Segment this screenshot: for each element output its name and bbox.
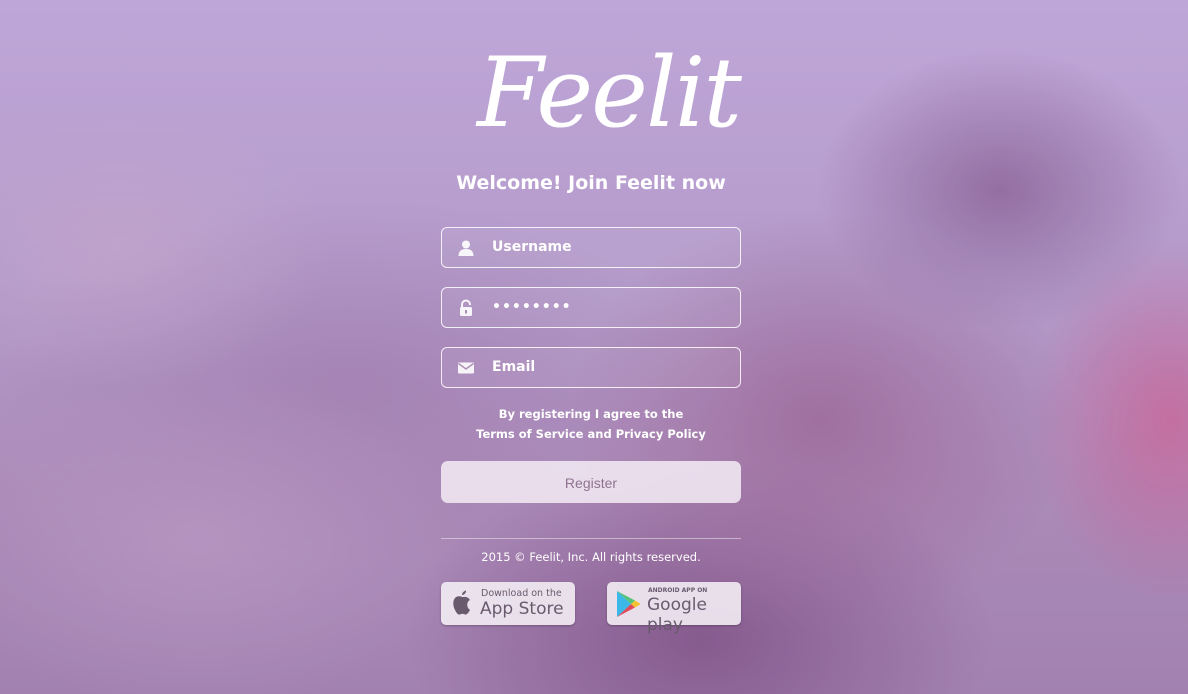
google-play-badge[interactable]: ANDROID APP ON Google play: [607, 582, 741, 635]
google-play-big-text: Google play: [647, 595, 707, 635]
welcome-heading: Welcome! Join Feelit now: [456, 172, 726, 194]
password-field[interactable]: ••••••••: [441, 287, 741, 328]
privacy-policy-link[interactable]: Privacy Policy: [616, 427, 706, 441]
terms-links-line: Terms of Service and Privacy Policy: [441, 424, 741, 444]
terms-line: By registering I agree to the: [498, 407, 684, 421]
feelit-logo: Feelit: [477, 37, 742, 149]
app-store-big-text: App Store: [480, 599, 564, 619]
terms-notice: By registering I agree to the Terms of S…: [441, 404, 741, 444]
register-button[interactable]: Register: [441, 461, 741, 503]
email-placeholder: Email: [492, 359, 536, 375]
terms-of-service-link[interactable]: Terms of Service: [476, 427, 583, 441]
user-icon: [457, 239, 475, 257]
copyright-text: 2015 © Feelit, Inc. All rights reserved.: [481, 550, 701, 564]
google-play-icon: [615, 590, 641, 622]
terms-and-text: and: [587, 427, 612, 441]
email-field[interactable]: Email: [441, 347, 741, 388]
password-value: ••••••••: [492, 299, 572, 315]
username-field[interactable]: Username: [441, 227, 741, 268]
footer-divider: [441, 538, 741, 539]
lock-icon: [457, 299, 475, 317]
app-store-badge[interactable]: Download on the App Store: [441, 582, 575, 625]
apple-icon: [451, 589, 473, 621]
google-play-small-text: ANDROID APP ON: [648, 587, 708, 594]
envelope-icon: [457, 359, 475, 377]
username-placeholder: Username: [492, 239, 572, 255]
app-store-small-text: Download on the: [481, 588, 562, 599]
